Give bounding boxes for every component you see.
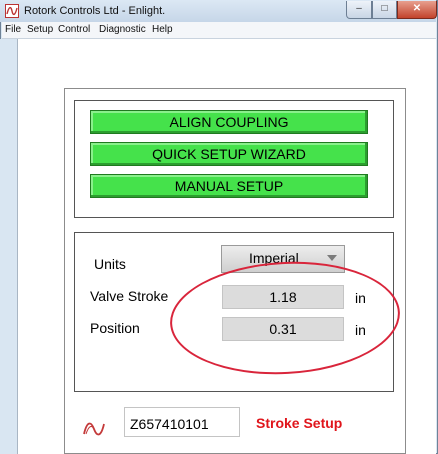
rotork-logo-icon [82, 422, 106, 436]
window-title: Rotork Controls Ltd - Enlight. [24, 5, 166, 17]
menu-setup[interactable]: Setup [27, 24, 53, 35]
units-dropdown[interactable]: Imperial [221, 245, 345, 273]
rotork-logo-icon [5, 4, 19, 18]
maximize-button[interactable]: □ [372, 1, 397, 19]
menu-control[interactable]: Control [58, 24, 90, 35]
manual-setup-button[interactable]: MANUAL SETUP [90, 174, 368, 198]
serial-number-field: Z657410101 [124, 407, 240, 437]
title-bar[interactable]: Rotork Controls Ltd - Enlight. – □ ✕ [0, 0, 437, 22]
valve-stroke-unit: in [355, 290, 366, 306]
units-dropdown-value: Imperial [249, 250, 299, 266]
menu-diagnostic[interactable]: Diagnostic [99, 24, 146, 35]
position-label: Position [90, 320, 140, 336]
status-label: Stroke Setup [256, 415, 343, 431]
close-button[interactable]: ✕ [397, 1, 437, 19]
chevron-down-icon [327, 255, 337, 261]
quick-setup-wizard-button[interactable]: QUICK SETUP WIZARD [90, 142, 368, 166]
valve-stroke-label: Valve Stroke [90, 288, 169, 304]
position-unit: in [355, 322, 366, 338]
position-field[interactable]: 0.31 [222, 317, 344, 341]
minimize-button[interactable]: – [346, 1, 372, 19]
valve-stroke-field[interactable]: 1.18 [222, 285, 344, 309]
left-window-border [0, 39, 17, 454]
menu-bar: File Setup Control Diagnostic Help [2, 22, 436, 39]
units-label: Units [94, 256, 126, 272]
menu-help[interactable]: Help [152, 24, 173, 35]
align-coupling-button[interactable]: ALIGN COUPLING [90, 110, 368, 134]
menu-file[interactable]: File [5, 24, 21, 35]
